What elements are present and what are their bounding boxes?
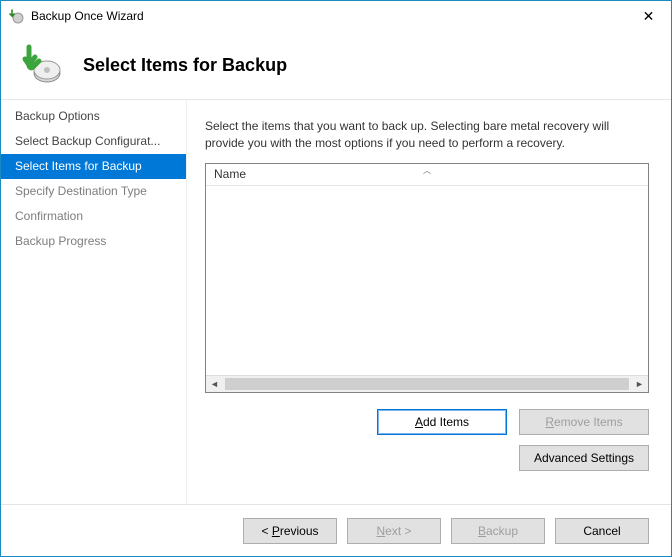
scroll-right-icon[interactable]: ► bbox=[631, 376, 648, 392]
step-select-backup-config[interactable]: Select Backup Configurat... bbox=[1, 129, 186, 154]
previous-button[interactable]: < Previous bbox=[243, 518, 337, 544]
wizard-header: Select Items for Backup bbox=[1, 31, 671, 99]
step-select-items[interactable]: Select Items for Backup bbox=[1, 154, 186, 179]
window-title: Backup Once Wizard bbox=[31, 9, 144, 23]
step-backup-options[interactable]: Backup Options bbox=[1, 104, 186, 129]
app-icon bbox=[9, 8, 25, 24]
step-backup-progress: Backup Progress bbox=[1, 229, 186, 254]
wizard-icon bbox=[19, 43, 63, 87]
backup-button: Backup bbox=[451, 518, 545, 544]
main-panel: Select the items that you want to back u… bbox=[187, 100, 671, 504]
close-icon: ✕ bbox=[643, 8, 655, 25]
items-listbox[interactable]: Name ︿ ◄ ► bbox=[205, 163, 649, 393]
next-button: Next > bbox=[347, 518, 441, 544]
remove-items-button: Remove Items bbox=[519, 409, 649, 435]
page-title: Select Items for Backup bbox=[83, 55, 287, 76]
list-body[interactable] bbox=[206, 186, 648, 375]
scroll-left-icon[interactable]: ◄ bbox=[206, 376, 223, 392]
sort-indicator-icon: ︿ bbox=[423, 165, 431, 176]
list-header[interactable]: Name ︿ bbox=[206, 164, 648, 186]
wizard-steps-sidebar: Backup Options Select Backup Configurat.… bbox=[1, 100, 187, 504]
column-name: Name bbox=[206, 167, 246, 181]
instruction-text: Select the items that you want to back u… bbox=[205, 118, 649, 153]
advanced-settings-button[interactable]: Advanced Settings bbox=[519, 445, 649, 471]
add-items-button[interactable]: Add Items bbox=[377, 409, 507, 435]
titlebar: Backup Once Wizard ✕ bbox=[1, 1, 671, 31]
scroll-thumb[interactable] bbox=[225, 378, 629, 390]
cancel-button[interactable]: Cancel bbox=[555, 518, 649, 544]
step-confirmation: Confirmation bbox=[1, 204, 186, 229]
horizontal-scrollbar[interactable]: ◄ ► bbox=[206, 375, 648, 392]
step-destination-type: Specify Destination Type bbox=[1, 179, 186, 204]
close-button[interactable]: ✕ bbox=[626, 1, 671, 31]
wizard-footer: < Previous Next > Backup Cancel bbox=[1, 504, 671, 556]
